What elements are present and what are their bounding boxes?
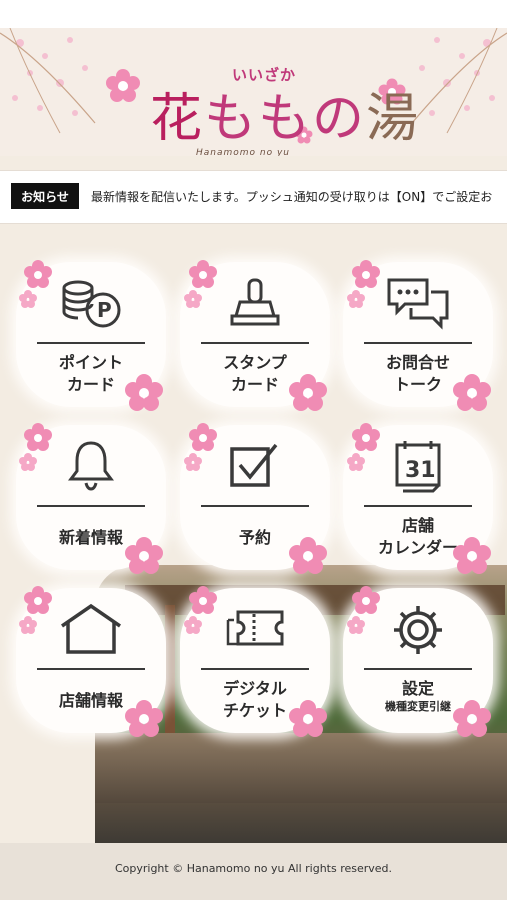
blossom-branch-left-icon [0, 28, 96, 134]
divider [364, 505, 472, 507]
blossom-icon [289, 374, 327, 411]
calendar-icon: 31 [395, 441, 441, 493]
divider [201, 342, 309, 344]
blossom-icon [453, 537, 491, 574]
blossom-icon [125, 700, 163, 737]
blossom-icon [184, 423, 217, 471]
divider [201, 505, 309, 507]
blossom-icon [19, 260, 52, 308]
blossom-icon [125, 537, 163, 574]
blossom-icon [19, 586, 52, 634]
news-text: 最新情報を配信いたします。プッシュ通知の受け取りは【ON】でご設定お [91, 190, 493, 204]
svg-text:P: P [97, 298, 112, 322]
blossom-icon [19, 423, 52, 471]
divider [364, 668, 472, 670]
blossom-icon [125, 374, 163, 411]
status-area [0, 0, 507, 28]
blossom-icon [184, 586, 217, 634]
blossom-icon [289, 700, 327, 737]
blossom-icon [453, 374, 491, 411]
copyright: Copyright © Hanamomo no yu All rights re… [114, 862, 393, 875]
chat-bubbles-icon [387, 278, 449, 330]
checkbox-icon [230, 443, 278, 487]
blossom-icon [347, 260, 380, 308]
coins-icon: P [62, 280, 121, 328]
blossom-icon [106, 69, 140, 102]
logo-subtitle: Hanamomo no yu [196, 148, 291, 156]
divider [37, 668, 145, 670]
divider [37, 342, 145, 344]
news-ticker[interactable]: お知らせ 最新情報を配信いたします。プッシュ通知の受け取りは【ON】でご設定お [0, 170, 507, 224]
stamp-icon [230, 278, 280, 326]
app-header: いいざか 花ももの湯 Hanamomo no yu [0, 28, 507, 156]
bell-icon [68, 441, 114, 491]
house-icon [61, 603, 121, 654]
divider [201, 668, 309, 670]
svg-text:31: 31 [405, 458, 436, 483]
logo: 花ももの湯 [150, 89, 421, 149]
ticket-icon [226, 610, 284, 646]
blossom-icon [184, 260, 217, 308]
blossom-icon [347, 586, 380, 634]
gear-icon [394, 606, 442, 654]
news-label: お知らせ [11, 183, 79, 209]
divider [364, 342, 472, 344]
blossom-icon [289, 537, 327, 574]
divider [37, 505, 145, 507]
blossom-icon [347, 423, 380, 471]
blossom-icon [453, 700, 491, 737]
